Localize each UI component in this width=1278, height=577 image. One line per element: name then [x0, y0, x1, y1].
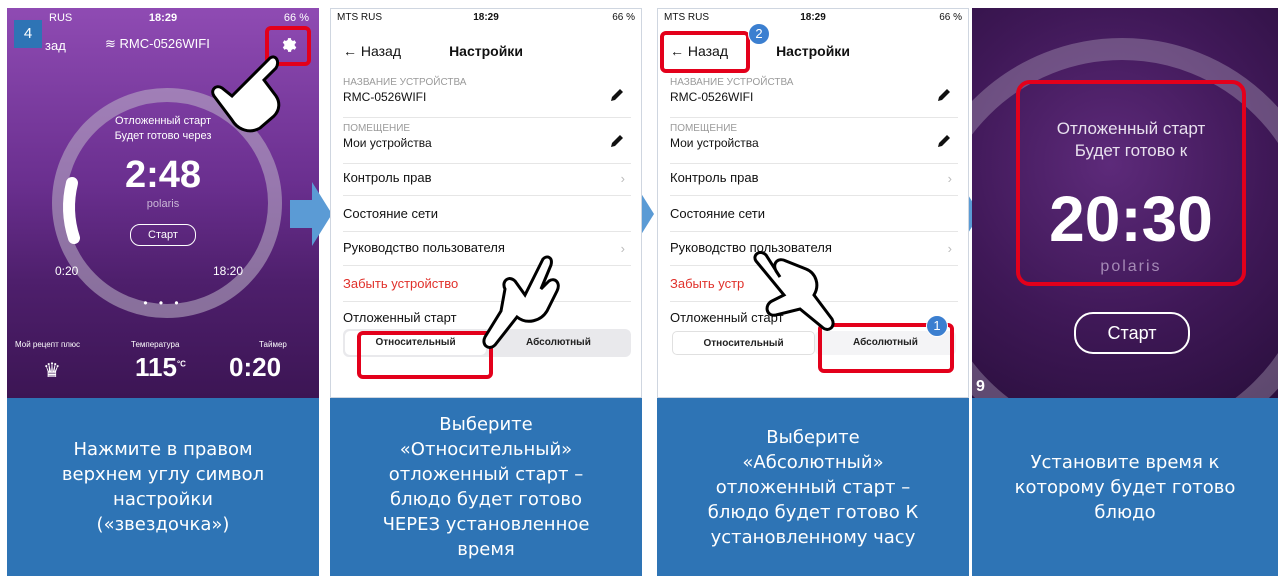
chef-icon[interactable]: ♛	[43, 358, 61, 383]
panel-step-set-time: Отложенный старт Будет готово к 20:30 po…	[972, 8, 1278, 576]
recipe-label: Мой рецепт плюс	[15, 340, 80, 349]
status-time: 18:29	[800, 12, 826, 23]
caption-step-relative: Выберите «Относительный» отложенный стар…	[330, 398, 642, 576]
room-label: ПОМЕЩЕНИЕ	[670, 123, 738, 134]
caption-text: Выберите «Абсолютный» отложенный старт –…	[707, 426, 919, 548]
device-name-value: RMC-0526WIFI	[670, 90, 754, 104]
device-name-row[interactable]: НАЗВАНИЕ УСТРОЙСТВА RMC-0526WIFI	[343, 77, 631, 118]
status-battery: 66 %	[612, 12, 635, 23]
start-button[interactable]: Старт	[130, 224, 196, 246]
step-badge-2: 2	[748, 23, 770, 45]
device-name: RMC-0526WIFI	[119, 36, 210, 51]
wifi-icon: ≋	[105, 36, 120, 51]
status-battery: 66 %	[939, 12, 962, 23]
temp-number: 115	[135, 352, 177, 382]
caption-text: Установите время к которому будет готово…	[1014, 451, 1236, 523]
status-time: 18:29	[473, 12, 499, 23]
caption-step-gear: Нажмите в правом верхнем углу символ нас…	[7, 398, 319, 576]
pointing-hand-icon	[753, 251, 835, 331]
device-name-label: НАЗВАНИЕ УСТРОЙСТВА	[670, 77, 794, 88]
device-name-row[interactable]: НАЗВАНИЕ УСТРОЙСТВА RMC-0526WIFI	[670, 77, 958, 118]
time-right: 18:20	[213, 264, 244, 278]
status-time: 18:29	[148, 12, 178, 24]
device-name-value: RMC-0526WIFI	[343, 90, 427, 104]
panel-step-gear: RUS 18:29 66 % 4 зад ≋ RMC-0526WIFI Отло…	[7, 8, 319, 576]
settings-screen: MTS RUS 18:29 66 % ← Назад Настройки 2 Н…	[657, 8, 969, 398]
room-label: ПОМЕЩЕНИЕ	[343, 123, 411, 134]
device-name-label: НАЗВАНИЕ УСТРОЙСТВА	[343, 77, 467, 88]
delayed-label: Отложенный старт	[343, 310, 457, 325]
chevron-right-icon: ›	[620, 171, 625, 186]
room-value: Мои устройства	[670, 136, 759, 150]
temp-label: Температура	[131, 340, 180, 349]
timer-bottom-value: 0:20	[229, 352, 282, 382]
app-main-screen: RUS 18:29 66 % 4 зад ≋ RMC-0526WIFI Отло…	[7, 8, 319, 398]
network-label: Состояние сети	[343, 206, 438, 221]
timer-label: Таймер	[259, 340, 287, 349]
pointing-hand-icon	[211, 55, 281, 133]
chevron-right-icon: ›	[947, 241, 952, 256]
arrow-right-icon	[290, 182, 332, 246]
timer-title-line2: Будет готово к	[1074, 141, 1188, 160]
pencil-icon[interactable]	[609, 87, 625, 103]
temp-value: 115°C	[135, 352, 186, 383]
room-value: Мои устройства	[343, 136, 432, 150]
chevron-right-icon: ›	[620, 241, 625, 256]
edge-digit: 9	[976, 378, 985, 395]
pencil-icon[interactable]	[936, 133, 952, 149]
timer-value: 2:48	[124, 154, 202, 196]
page-title: Настройки	[449, 43, 523, 59]
back-link[interactable]: зад	[45, 38, 66, 53]
pointing-hand-icon	[482, 255, 560, 349]
status-bar: MTS RUS 18:29 66 %	[337, 12, 635, 28]
brand-logo: polaris	[146, 198, 180, 210]
temp-unit: °C	[176, 359, 186, 369]
caption-text: Нажмите в правом верхнем углу символ нас…	[61, 439, 265, 535]
start-button[interactable]: Старт	[1074, 312, 1190, 354]
rights-row[interactable]: Контроль прав ›	[343, 169, 631, 196]
back-highlight	[660, 31, 750, 73]
step-number: 4	[14, 20, 42, 48]
zoomed-timer-screen: Отложенный старт Будет готово к 20:30 po…	[972, 8, 1278, 398]
brand-logo: polaris	[1100, 258, 1162, 275]
room-row[interactable]: ПОМЕЩЕНИЕ Мои устройства	[670, 123, 958, 164]
timer-value: 20:30	[1049, 183, 1213, 255]
pencil-icon[interactable]	[609, 133, 625, 149]
timer-caption: Отложенный старт Будет готово к	[1016, 118, 1246, 162]
forget-label: Забыть устройство	[343, 276, 459, 291]
guide-label: Руководство пользователя	[343, 240, 505, 255]
timer-title-line1: Отложенный старт	[1056, 119, 1206, 138]
network-row[interactable]: Состояние сети	[670, 205, 958, 232]
panel-step-absolute: MTS RUS 18:29 66 % ← Назад Настройки 2 Н…	[657, 8, 969, 576]
panel-step-relative: MTS RUS 18:29 66 % ← Назад Настройки НАЗ…	[330, 8, 642, 576]
status-battery: 66 %	[283, 12, 309, 24]
pencil-icon[interactable]	[936, 87, 952, 103]
caption-step-absolute: Выберите «Абсолютный» отложенный старт –…	[657, 398, 969, 576]
forget-label: Забыть устр	[670, 276, 745, 291]
rights-label: Контроль прав	[670, 170, 759, 185]
caption-text: Выберите «Относительный» отложенный стар…	[382, 414, 590, 560]
settings-screen: MTS RUS 18:29 66 % ← Назад Настройки НАЗ…	[330, 8, 642, 398]
page-dots: • • •	[143, 296, 183, 310]
rights-label: Контроль прав	[343, 170, 432, 185]
network-label: Состояние сети	[670, 206, 765, 221]
rights-row[interactable]: Контроль прав ›	[670, 169, 958, 196]
network-row[interactable]: Состояние сети	[343, 205, 631, 232]
nav-bar: ← Назад Настройки	[331, 37, 641, 67]
time-left: 0:20	[55, 264, 79, 278]
caption-step-set-time: Установите время к которому будет готово…	[972, 398, 1278, 576]
status-bar: MTS RUS 18:29 66 %	[664, 12, 962, 28]
room-row[interactable]: ПОМЕЩЕНИЕ Мои устройства	[343, 123, 631, 164]
chevron-right-icon: ›	[947, 171, 952, 186]
step-badge-1: 1	[926, 315, 948, 337]
